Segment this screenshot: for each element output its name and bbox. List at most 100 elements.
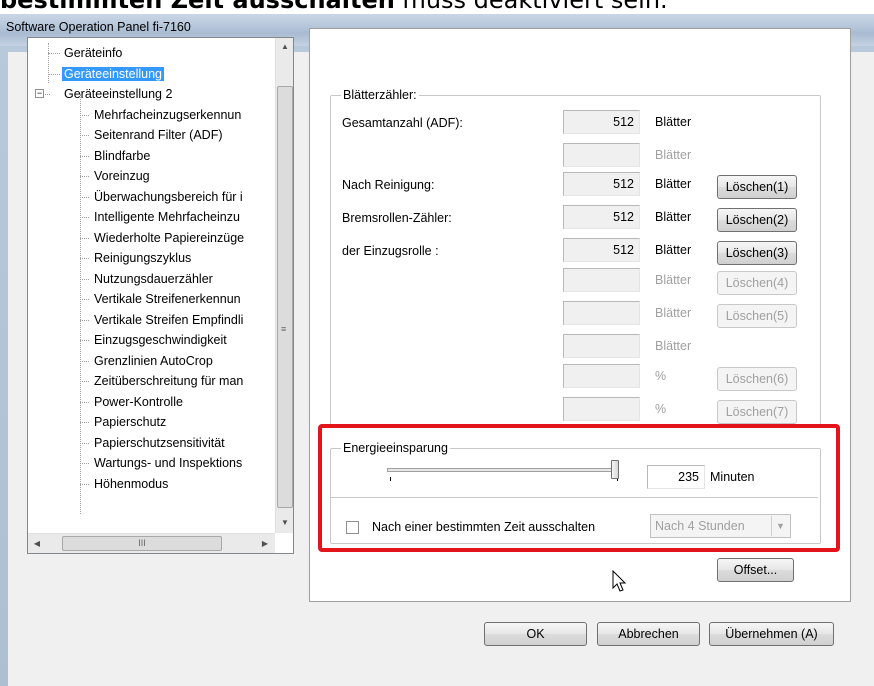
tree-item[interactable]: Reinigungszyklus (92, 248, 193, 268)
highlight-frame (318, 424, 840, 552)
tree-item[interactable]: Geräteeinstellung (62, 64, 164, 84)
window-title: Software Operation Panel fi-7160 (6, 20, 191, 34)
tree-item-label: Papierschutz (94, 415, 167, 429)
counter-unit: Blätter (655, 210, 692, 224)
tree-vertical-scrollbar[interactable]: ▲ ≡ ▼ (275, 38, 293, 533)
scroll-grip-icon: ≡ (281, 324, 287, 334)
settings-tree[interactable]: Geräteinfo Geräteeinstellung Geräteeinstel… (27, 37, 294, 554)
tree-item[interactable]: Einzugsgeschwindigkeit (92, 330, 229, 350)
tree-connector (80, 299, 89, 300)
counter-value-field: 512 (563, 205, 640, 229)
tree-connector (80, 217, 89, 218)
tree-connector (80, 463, 89, 464)
counter-label: Nach Reinigung: (342, 178, 435, 192)
tree-connector (80, 401, 89, 403)
heading-rest-text: muss deaktiviert sein. (394, 0, 668, 14)
tree-horizontal-scrollbar[interactable]: ◀ III ▶ (28, 533, 275, 553)
counter-unit: Blätter (655, 243, 692, 257)
tree-item[interactable]: Blindfarbe (92, 146, 152, 166)
tree-connector (45, 94, 50, 95)
tree-item[interactable]: Wartungs- und Inspektions (92, 453, 244, 473)
apply-button[interactable]: Übernehmen (A) (709, 622, 834, 646)
counter-unit: Blätter (655, 339, 692, 353)
tree-item[interactable]: Mehrfacheinzugserkennun (92, 105, 243, 125)
counter-label: der Einzugsrolle : (342, 244, 439, 258)
counter-label: Gesamtanzahl (ADF): (342, 116, 463, 130)
tree-item[interactable]: Zeitüberschreitung für man (92, 371, 245, 391)
tree-connector (80, 114, 89, 116)
tree-connector (48, 53, 60, 54)
tree-item-label: Nutzungsdauerzähler (94, 271, 213, 286)
tree-item-label: Höhenmodus (94, 476, 169, 491)
counter-value-field (563, 334, 640, 358)
tree-item-label: Wiederholte Papiereinzüge (94, 230, 245, 245)
tree-item[interactable]: Geräteeinstellung 2 (62, 84, 174, 104)
tree-item[interactable]: Papierschutzsensitivität (92, 433, 227, 453)
counter-value-field (563, 397, 640, 421)
tree-item-label: Reinigungszyklus (94, 251, 192, 265)
tree-item[interactable]: Intelligente Mehrfacheinzu (92, 207, 242, 227)
tree-connector (80, 483, 89, 485)
counter-unit: % (655, 402, 667, 416)
counter-value-field: 512 (563, 238, 640, 262)
tree-item-label: Vertikale Streifenerkennun (94, 292, 241, 306)
tree-connector (80, 422, 89, 423)
tree-item[interactable]: Vertikale Streifen Empfindli (92, 310, 245, 330)
tree-item-label: Grenzlinien AutoCrop (94, 353, 213, 368)
tree-connector (80, 442, 89, 444)
tree-connector (80, 319, 89, 321)
clear-counter-button[interactable]: Löschen(7) (717, 400, 797, 424)
tree-item[interactable]: Papierschutz (92, 412, 168, 432)
offset-button[interactable]: Offset... (717, 558, 794, 582)
counter-unit: Blätter (655, 306, 692, 320)
tree-connector (80, 237, 89, 239)
tree-item[interactable]: Vertikale Streifenerkennun (92, 289, 243, 309)
tree-connector (80, 258, 89, 259)
tree-item[interactable]: Grenzlinien AutoCrop (92, 351, 215, 371)
counter-value-field: 512 (563, 110, 640, 134)
tree-item[interactable]: Seitenrand Filter (ADF) (92, 125, 225, 145)
clear-counter-button[interactable]: Löschen(1) (717, 175, 797, 199)
counter-unit: Blätter (655, 115, 692, 129)
collapse-toggle-icon[interactable]: − (35, 89, 44, 98)
horizontal-scroll-thumb[interactable]: III (62, 536, 222, 551)
counter-value-field (563, 364, 640, 388)
tree-item[interactable]: Wiederholte Papiereinzüge (92, 228, 246, 248)
tree-item-label: Blindfarbe (94, 148, 151, 163)
tree-item-label: Geräteeinstellung 2 (64, 87, 173, 101)
tree-connector (80, 360, 89, 362)
tree-connector (80, 196, 89, 198)
cancel-button[interactable]: Abbrechen (597, 622, 700, 646)
clear-counter-button[interactable]: Löschen(4) (717, 271, 797, 295)
tree-connector (80, 155, 89, 157)
counters-legend: Blätterzähler: (341, 88, 419, 102)
heading-bold-text: bestimmten Zeit ausschalten (0, 0, 395, 14)
tree-item-label: Einzugsgeschwindigkeit (94, 333, 227, 347)
scroll-up-arrow-icon[interactable]: ▲ (276, 38, 293, 56)
clear-counter-button[interactable]: Löschen(5) (717, 304, 797, 328)
counter-unit: Blätter (655, 148, 692, 162)
counter-label: Bremsrollen-Zähler: (342, 211, 452, 225)
tree-trunk-line (48, 43, 49, 83)
ok-button[interactable]: OK (484, 622, 587, 646)
tree-item[interactable]: Überwachungsbereich für i (92, 187, 245, 207)
clear-counter-button[interactable]: Löschen(3) (717, 241, 797, 265)
tree-item[interactable]: Nutzungsdauerzähler (92, 269, 215, 289)
tree-connector (80, 381, 89, 382)
tree-item[interactable]: Voreinzug (92, 166, 152, 186)
tree-item[interactable]: Höhenmodus (92, 474, 170, 494)
tree-connector (80, 135, 89, 136)
vertical-scroll-thumb[interactable]: ≡ (277, 86, 293, 508)
scroll-left-arrow-icon[interactable]: ◀ (28, 535, 46, 553)
tree-item-label: Wartungs- und Inspektions (94, 456, 243, 470)
tree-item[interactable]: Power-Kontrolle (92, 392, 185, 412)
tree-item[interactable]: Geräteinfo (62, 43, 124, 63)
counter-unit: % (655, 369, 667, 383)
scroll-right-arrow-icon[interactable]: ▶ (256, 535, 274, 553)
tree-item-label: Geräteinfo (64, 46, 123, 60)
counter-unit: Blätter (655, 177, 692, 191)
clear-counter-button[interactable]: Löschen(6) (717, 367, 797, 391)
clear-counter-button[interactable]: Löschen(2) (717, 208, 797, 232)
scroll-down-arrow-icon[interactable]: ▼ (276, 514, 293, 532)
tree-item-label: Papierschutzsensitivität (94, 435, 225, 450)
